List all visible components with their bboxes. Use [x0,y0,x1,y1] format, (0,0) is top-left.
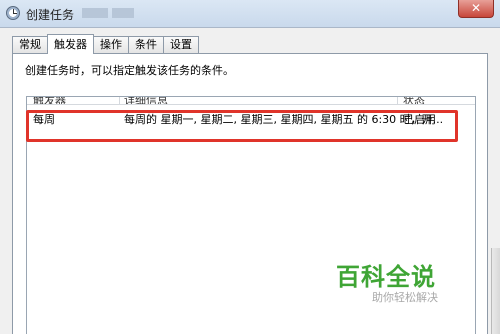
watermark-brand: 百科全说 [336,263,436,291]
tab-strip: 常规 触发器 操作 条件 设置 [12,34,199,54]
column-header-trigger[interactable]: 触发器 [33,97,66,104]
column-header-status[interactable]: 状态 [403,97,425,104]
column-divider[interactable] [119,97,120,104]
cell-details: 每周的 星期一, 星期二, 星期三, 星期四, 星期五 的 6:30 时，开..… [124,113,444,126]
scrollbar[interactable] [491,248,500,334]
title-bar[interactable]: 创建任务 ✕ [0,0,500,28]
column-header-details[interactable]: 详细信息 [124,97,168,104]
blurred-title-region [82,8,108,18]
tab-settings[interactable]: 设置 [163,36,199,54]
table-row[interactable]: 每周 每周的 星期一, 星期二, 星期三, 星期四, 星期五 的 6:30 时，… [27,110,475,129]
cell-status: 已启用 [403,113,436,126]
tab-triggers[interactable]: 触发器 [47,34,94,54]
list-header: 触发器 详细信息 状态 [27,97,475,105]
cell-trigger: 每周 [33,113,55,126]
tab-general[interactable]: 常规 [12,36,48,54]
blurred-title-region [112,8,134,18]
tab-actions[interactable]: 操作 [93,36,129,54]
close-button[interactable]: ✕ [458,0,494,18]
tab-conditions[interactable]: 条件 [128,36,164,54]
panel-description: 创建任务时，可以指定触发该任务的条件。 [25,64,234,77]
watermark-slogan: 助你轻松解决 [372,291,438,304]
create-task-window: 创建任务 ✕ 常规 触发器 操作 条件 设置 创建任务时，可以指定触发该任务的条… [0,0,500,334]
column-divider[interactable] [397,97,398,104]
clock-icon [6,6,20,20]
window-title: 创建任务 [26,8,75,22]
